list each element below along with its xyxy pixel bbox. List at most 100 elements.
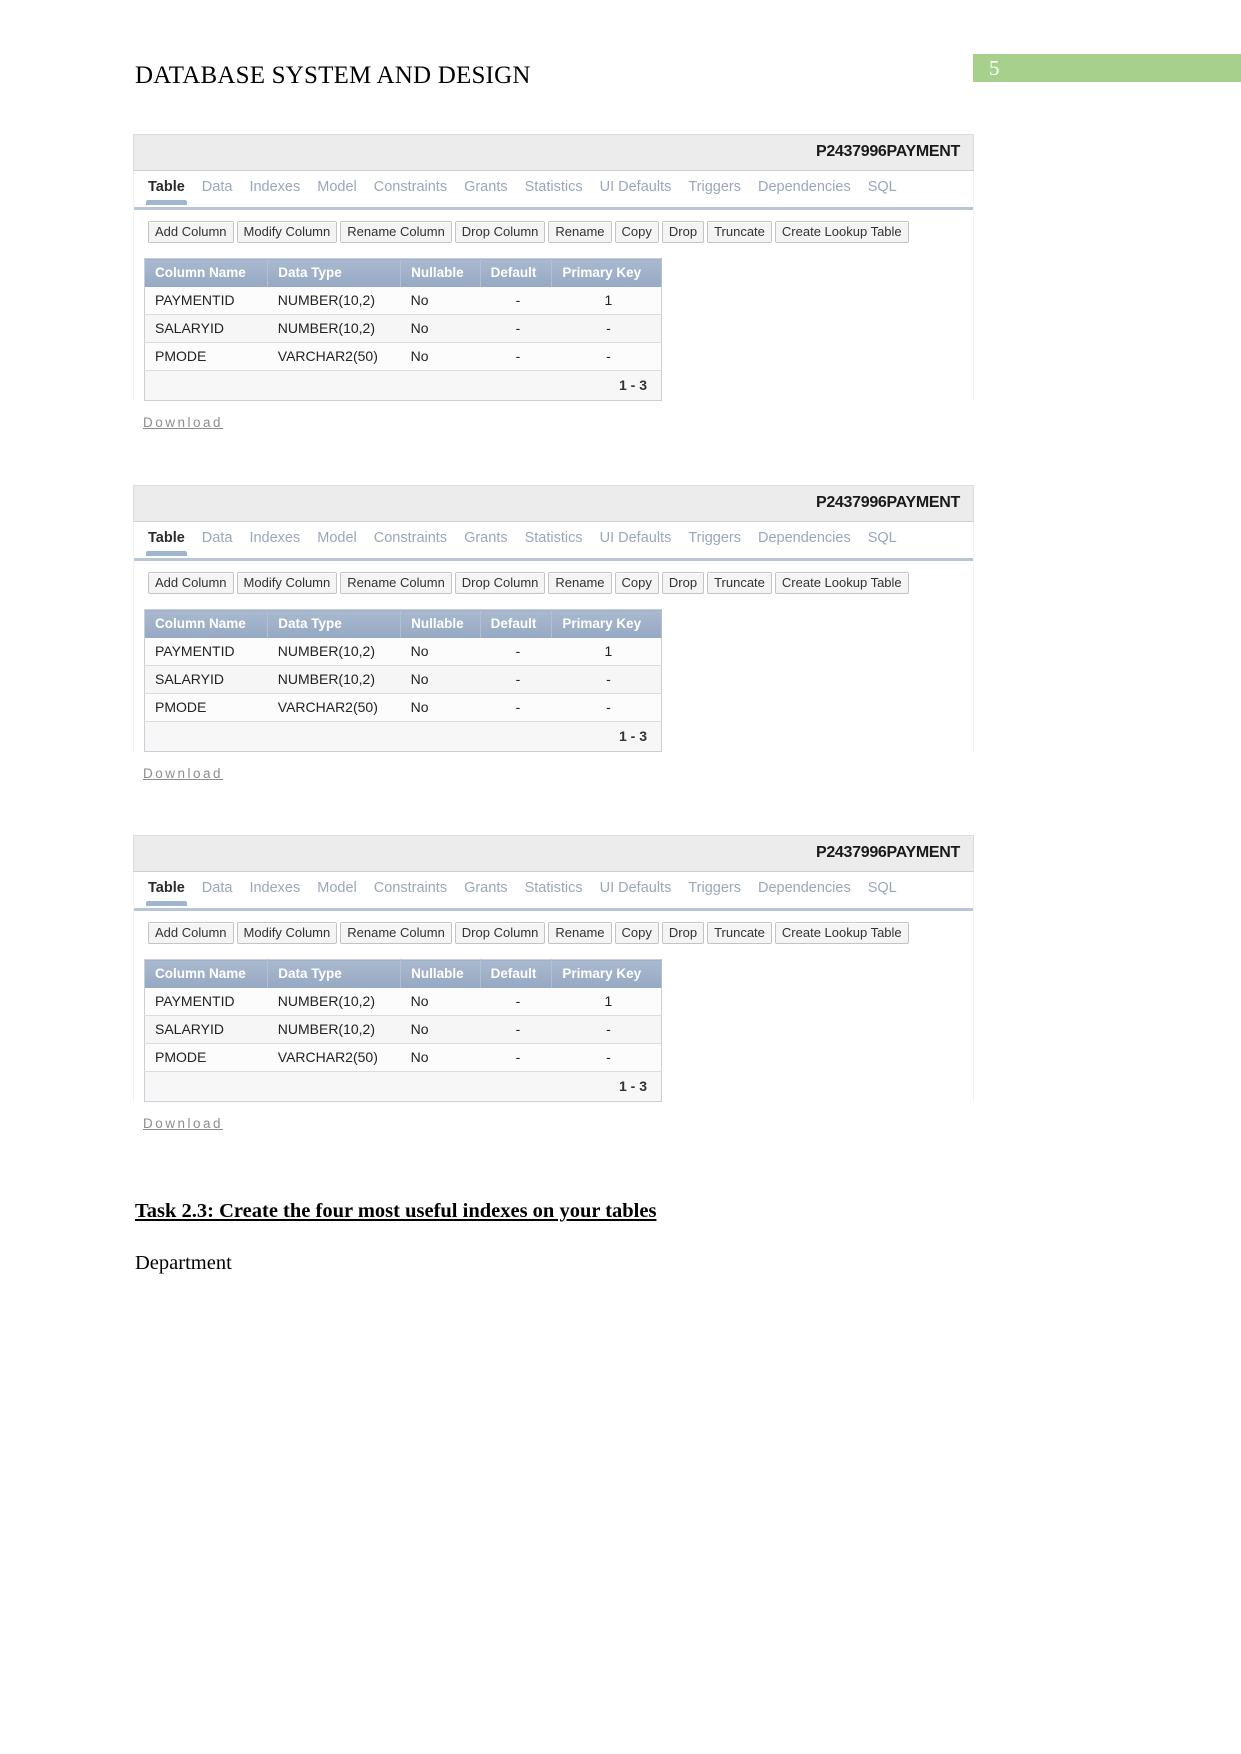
tab-ui-defaults[interactable]: UI Defaults — [600, 880, 672, 896]
tab-triggers[interactable]: Triggers — [688, 179, 741, 195]
column-header-primary-key[interactable]: Primary Key — [551, 959, 662, 988]
screenshot-panel-3: P2437996PAYMENT Table Data Indexes Model Cons… — [133, 835, 974, 1133]
toolbar-button-create-lookup-table[interactable]: Create Lookup Table — [774, 572, 909, 594]
tab-ui-defaults[interactable]: UI Defaults — [600, 179, 672, 195]
toolbar-button-copy[interactable]: Copy — [614, 922, 659, 944]
tab-sql[interactable]: SQL — [868, 179, 897, 195]
toolbar-button-rename[interactable]: Rename — [548, 922, 612, 944]
column-header-nullable[interactable]: Nullable — [400, 959, 481, 988]
table-cell: - — [551, 1015, 662, 1044]
tab-model[interactable]: Model — [317, 880, 357, 896]
tab-data[interactable]: Data — [202, 880, 233, 896]
toolbar-button-modify-column[interactable]: Modify Column — [236, 572, 338, 594]
toolbar-button-copy[interactable]: Copy — [614, 572, 659, 594]
tab-grants[interactable]: Grants — [464, 179, 508, 195]
tab-grants[interactable]: Grants — [464, 880, 508, 896]
toolbar-button-copy[interactable]: Copy — [614, 221, 659, 243]
table-cell: VARCHAR2(50) — [267, 693, 401, 722]
toolbar-button-truncate[interactable]: Truncate — [707, 572, 772, 594]
tab-data[interactable]: Data — [202, 530, 233, 546]
toolbar-button-drop[interactable]: Drop — [661, 922, 705, 944]
toolbar-button-truncate[interactable]: Truncate — [707, 221, 772, 243]
tab-triggers[interactable]: Triggers — [688, 530, 741, 546]
table-cell: - — [480, 665, 552, 694]
toolbar-button-create-lookup-table[interactable]: Create Lookup Table — [774, 922, 909, 944]
toolbar-button-modify-column[interactable]: Modify Column — [236, 221, 338, 243]
toolbar-button-add-column[interactable]: Add Column — [148, 572, 234, 594]
column-header-column-name[interactable]: Column Name — [144, 258, 269, 287]
column-header-data-type[interactable]: Data Type — [267, 609, 402, 638]
table-cell: - — [480, 287, 552, 315]
tab-table[interactable]: Table — [146, 530, 187, 556]
tab-indexes[interactable]: Indexes — [249, 179, 300, 195]
toolbar-button-rename-column[interactable]: Rename Column — [340, 572, 452, 594]
table-cell: PAYMENTID — [144, 988, 268, 1016]
toolbar-button-add-column[interactable]: Add Column — [148, 221, 234, 243]
table-footer-row: 1 - 3 — [144, 721, 662, 752]
toolbar-button-drop[interactable]: Drop — [661, 572, 705, 594]
tab-data[interactable]: Data — [202, 179, 233, 195]
page-number-text: 5 — [989, 56, 1000, 80]
toolbar-button-drop-column[interactable]: Drop Column — [454, 922, 546, 944]
column-header-default[interactable]: Default — [480, 258, 553, 287]
toolbar-button-rename[interactable]: Rename — [548, 221, 612, 243]
download-link[interactable]: Download — [143, 1116, 224, 1131]
table-cell: PAYMENTID — [144, 638, 268, 666]
column-header-default[interactable]: Default — [480, 609, 553, 638]
tab-constraints[interactable]: Constraints — [374, 530, 447, 546]
table-cell: - — [480, 314, 552, 343]
tab-dependencies[interactable]: Dependencies — [758, 179, 851, 195]
column-header-column-name[interactable]: Column Name — [144, 959, 269, 988]
columns-table-container: Column Name Data Type Nullable Default Prima… — [133, 953, 974, 1102]
tab-constraints[interactable]: Constraints — [374, 880, 447, 896]
toolbar-button-rename[interactable]: Rename — [548, 572, 612, 594]
column-header-primary-key[interactable]: Primary Key — [551, 258, 662, 287]
tab-ui-defaults[interactable]: UI Defaults — [600, 530, 672, 546]
tab-model[interactable]: Model — [317, 179, 357, 195]
toolbar-button-rename-column[interactable]: Rename Column — [340, 922, 452, 944]
toolbar-button-rename-column[interactable]: Rename Column — [340, 221, 452, 243]
column-header-default[interactable]: Default — [480, 959, 553, 988]
tab-table[interactable]: Table — [146, 179, 187, 205]
tab-statistics[interactable]: Statistics — [525, 530, 583, 546]
tab-grants[interactable]: Grants — [464, 530, 508, 546]
panel-titlebar: P2437996PAYMENT — [133, 134, 974, 171]
row-range-indicator: 1 - 3 — [144, 1071, 662, 1102]
table-cell: - — [480, 988, 552, 1016]
column-header-nullable[interactable]: Nullable — [400, 258, 481, 287]
tab-dependencies[interactable]: Dependencies — [758, 880, 851, 896]
tab-triggers[interactable]: Triggers — [688, 880, 741, 896]
toolbar-button-truncate[interactable]: Truncate — [707, 922, 772, 944]
table-row: SALARYID NUMBER(10,2) No - - — [144, 314, 662, 343]
column-header-data-type[interactable]: Data Type — [267, 959, 402, 988]
toolbar-button-drop-column[interactable]: Drop Column — [454, 221, 546, 243]
tab-indexes[interactable]: Indexes — [249, 530, 300, 546]
toolbar-button-add-column[interactable]: Add Column — [148, 922, 234, 944]
column-header-column-name[interactable]: Column Name — [144, 609, 269, 638]
row-range-indicator: 1 - 3 — [144, 721, 662, 752]
tab-sql[interactable]: SQL — [868, 530, 897, 546]
tab-sql[interactable]: SQL — [868, 880, 897, 896]
tab-table[interactable]: Table — [146, 880, 187, 906]
tab-constraints[interactable]: Constraints — [374, 179, 447, 195]
toolbar-button-drop-column[interactable]: Drop Column — [454, 572, 546, 594]
download-link[interactable]: Download — [143, 766, 224, 781]
table-cell: No — [400, 342, 481, 371]
column-header-primary-key[interactable]: Primary Key — [551, 609, 662, 638]
table-cell: - — [551, 342, 662, 371]
tab-model[interactable]: Model — [317, 530, 357, 546]
column-header-nullable[interactable]: Nullable — [400, 609, 481, 638]
tab-statistics[interactable]: Statistics — [525, 179, 583, 195]
tab-statistics[interactable]: Statistics — [525, 880, 583, 896]
task-heading: Task 2.3: Create the four most useful in… — [135, 1200, 657, 1222]
toolbar-button-create-lookup-table[interactable]: Create Lookup Table — [774, 221, 909, 243]
table-cell: SALARYID — [144, 1015, 268, 1044]
tab-indexes[interactable]: Indexes — [249, 880, 300, 896]
tab-dependencies[interactable]: Dependencies — [758, 530, 851, 546]
panel-title: P2437996PAYMENT — [815, 494, 960, 511]
toolbar-button-modify-column[interactable]: Modify Column — [236, 922, 338, 944]
column-header-data-type[interactable]: Data Type — [267, 258, 402, 287]
toolbar-button-drop[interactable]: Drop — [661, 221, 705, 243]
table-cell: NUMBER(10,2) — [267, 665, 401, 694]
download-link[interactable]: Download — [143, 415, 224, 430]
